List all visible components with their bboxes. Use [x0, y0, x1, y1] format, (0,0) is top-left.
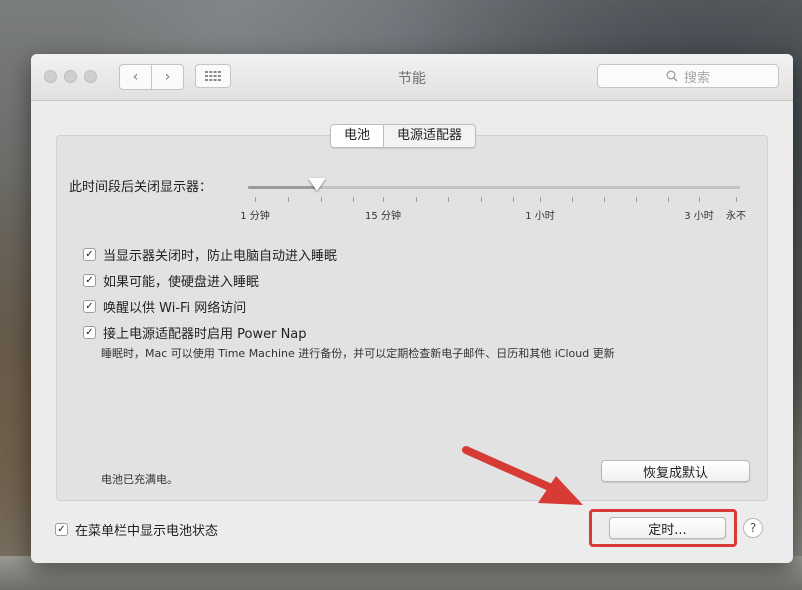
annotation-arrow-icon [462, 446, 583, 505]
